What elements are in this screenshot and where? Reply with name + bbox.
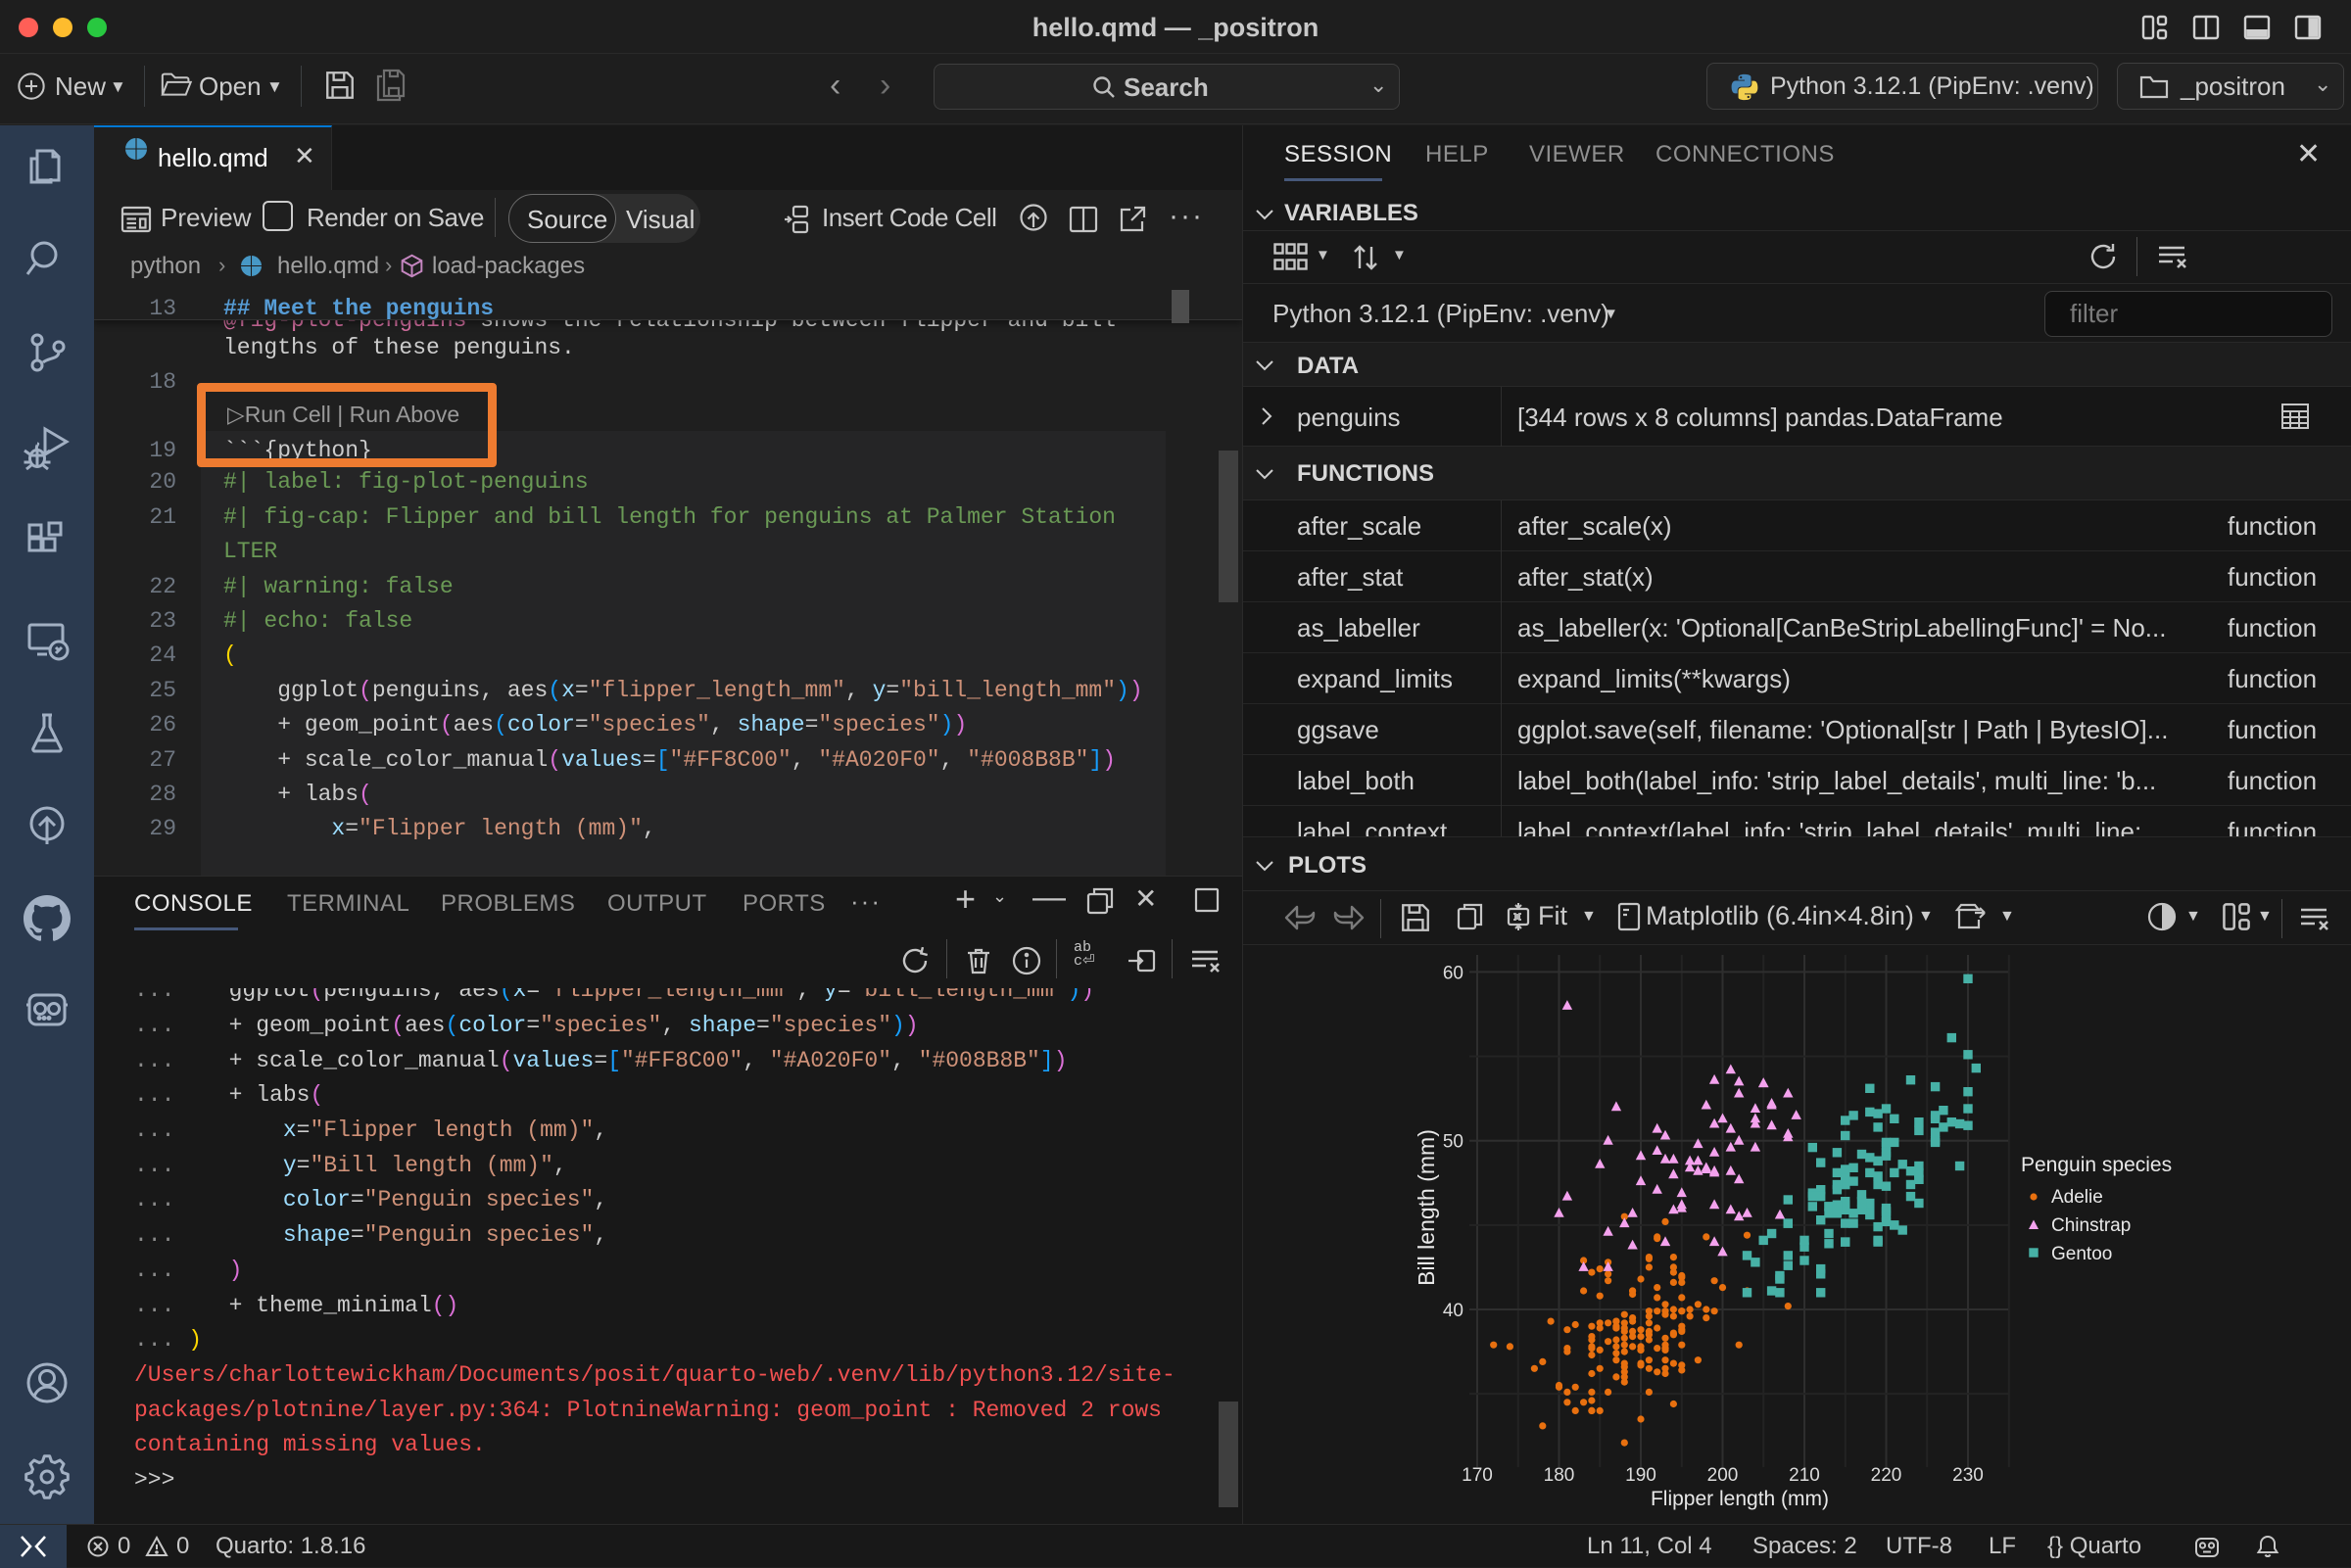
svg-text:Bill length (mm): Bill length (mm) — [1414, 1129, 1439, 1286]
svg-text:Penguin species: Penguin species — [2021, 1154, 2172, 1176]
svg-text:210: 210 — [1789, 1465, 1820, 1486]
svg-text:200: 200 — [1707, 1465, 1739, 1486]
svg-text:220: 220 — [1871, 1465, 1902, 1486]
svg-text:230: 230 — [1952, 1465, 1984, 1486]
svg-text:Gentoo: Gentoo — [2051, 1244, 2112, 1264]
svg-text:Adelie: Adelie — [2051, 1187, 2103, 1208]
svg-text:190: 190 — [1625, 1465, 1656, 1486]
svg-text:180: 180 — [1544, 1465, 1575, 1486]
svg-text:40: 40 — [1443, 1301, 1463, 1321]
svg-text:170: 170 — [1462, 1465, 1493, 1486]
svg-text:Chinstrap: Chinstrap — [2051, 1215, 2131, 1236]
svg-text:Flipper length (mm): Flipper length (mm) — [1651, 1488, 1829, 1510]
svg-text:50: 50 — [1443, 1132, 1463, 1153]
svg-text:60: 60 — [1443, 963, 1463, 983]
